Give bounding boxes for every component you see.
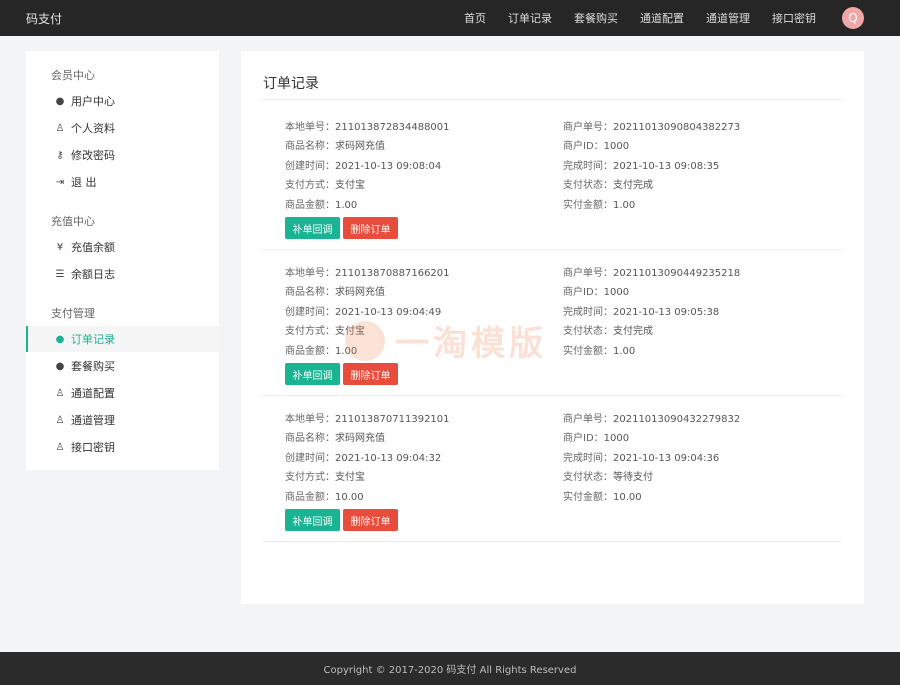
- sidebar-item-channel-config[interactable]: ♙ 通道配置: [26, 380, 219, 406]
- callback-button[interactable]: 补单回调: [285, 363, 340, 385]
- delete-order-button[interactable]: 删除订单: [343, 509, 398, 531]
- sidebar-item-label: 订单记录: [71, 333, 115, 346]
- callback-button[interactable]: 补单回调: [285, 217, 340, 239]
- sidebar-item-orders[interactable]: ● 订单记录: [26, 326, 219, 352]
- sidebar-item-label: 余额日志: [71, 268, 115, 281]
- sidebar-item-profile[interactable]: ♙ 个人资料: [26, 115, 219, 141]
- nav-home[interactable]: 首页: [464, 10, 486, 26]
- delete-order-button[interactable]: 删除订单: [343, 217, 398, 239]
- merchant-id-field: 商户ID：1000: [563, 433, 630, 444]
- sidebar-item-user-center[interactable]: ● 用户中心: [26, 88, 219, 114]
- sidebar-item-label: 修改密码: [71, 149, 115, 162]
- pay-method-field: 支付方式：支付宝: [285, 180, 365, 191]
- user-icon: ♙: [55, 414, 65, 426]
- footer: Copyright © 2017-2020 码支付 All Rights Res…: [0, 652, 900, 685]
- divider: [263, 541, 841, 542]
- local-no-field: 本地单号：211013870711392101: [285, 414, 450, 425]
- nav-orders[interactable]: 订单记录: [508, 10, 552, 26]
- merchant-id-field: 商户ID：1000: [563, 287, 630, 298]
- top-navbar: 码支付 首页 订单记录 套餐购买 通道配置 通道管理 接口密钥 Q: [0, 0, 900, 36]
- sidebar-item-label: 个人资料: [71, 122, 115, 135]
- sidebar-item-balance-log[interactable]: ☰ 余额日志: [26, 261, 219, 287]
- yen-icon: ¥: [56, 241, 64, 253]
- list-icon: ☰: [55, 268, 65, 280]
- order-card: 本地单号：211013870711392101 商户单号：20211013090…: [263, 393, 841, 539]
- amount-field: 商品金额：10.00: [285, 492, 364, 503]
- nav-channel-config[interactable]: 通道配置: [640, 10, 684, 26]
- key-icon: ⚷: [56, 149, 64, 161]
- user-icon: ♙: [55, 387, 65, 399]
- sidebar-item-api-key[interactable]: ♙ 接口密钥: [26, 434, 219, 460]
- amount-field: 商品金额：1.00: [285, 346, 358, 357]
- sidebar-item-label: 套餐购买: [71, 360, 115, 373]
- merchant-no-field: 商户单号：20211013090432279832: [563, 414, 741, 425]
- pay-method-field: 支付方式：支付宝: [285, 472, 365, 483]
- sidebar-item-channel-manage[interactable]: ♙ 通道管理: [26, 407, 219, 433]
- page-title: 订单记录: [263, 76, 319, 92]
- callback-button[interactable]: 补单回调: [285, 509, 340, 531]
- sidebar-item-change-password[interactable]: ⚷ 修改密码: [26, 142, 219, 168]
- product-field: 商品名称：求码网充值: [285, 433, 385, 444]
- sidebar-group-title: 充值中心: [51, 215, 95, 228]
- sign-out-icon: ⇥: [55, 176, 65, 188]
- user-circle-icon: ●: [55, 360, 65, 372]
- product-field: 商品名称：求码网充值: [285, 141, 385, 152]
- created-field: 创建时间：2021-10-13 09:04:49: [285, 307, 442, 318]
- completed-field: 完成时间：2021-10-13 09:05:38: [563, 307, 720, 318]
- sidebar-item-label: 退 出: [71, 176, 97, 189]
- merchant-no-field: 商户单号：20211013090449235218: [563, 268, 741, 279]
- nav-packages[interactable]: 套餐购买: [574, 10, 618, 26]
- amount-field: 商品金额：1.00: [285, 200, 358, 211]
- main-panel: 订单记录 本地单号：211013872834488001 商户单号：202110…: [241, 51, 864, 604]
- completed-field: 完成时间：2021-10-13 09:04:36: [563, 453, 720, 464]
- sidebar-item-label: 接口密钥: [71, 441, 115, 454]
- merchant-id-field: 商户ID：1000: [563, 141, 630, 152]
- sidebar-item-label: 充值余额: [71, 241, 115, 254]
- copyright-text: Copyright © 2017-2020 码支付 All Rights Res…: [323, 665, 577, 676]
- nav-api-key[interactable]: 接口密钥: [772, 10, 816, 26]
- sidebar-item-logout[interactable]: ⇥ 退 出: [26, 169, 219, 195]
- delete-order-button[interactable]: 删除订单: [343, 363, 398, 385]
- user-circle-icon: ●: [55, 333, 65, 345]
- local-no-field: 本地单号：211013870887166201: [285, 268, 450, 279]
- top-nav: 首页 订单记录 套餐购买 通道配置 通道管理 接口密钥 Q: [464, 0, 900, 36]
- sidebar-item-recharge[interactable]: ¥ 充值余额: [26, 234, 219, 260]
- paid-field: 实付金额：1.00: [563, 346, 636, 357]
- paid-field: 实付金额：1.00: [563, 200, 636, 211]
- divider: [263, 99, 841, 100]
- brand-logo-text[interactable]: 码支付: [26, 10, 62, 27]
- order-card: 本地单号：211013870887166201 商户单号：20211013090…: [263, 247, 841, 393]
- pay-status-field: 支付状态：等待支付: [563, 472, 653, 483]
- created-field: 创建时间：2021-10-13 09:08:04: [285, 161, 442, 172]
- pay-status-field: 支付状态：支付完成: [563, 180, 653, 191]
- sidebar: 会员中心 ● 用户中心 ♙ 个人资料 ⚷ 修改密码 ⇥ 退 出 充值中心 ¥ 充…: [26, 51, 219, 470]
- merchant-no-field: 商户单号：20211013090804382273: [563, 122, 741, 133]
- sidebar-item-label: 用户中心: [71, 95, 115, 108]
- sidebar-item-packages[interactable]: ● 套餐购买: [26, 353, 219, 379]
- sidebar-item-label: 通道配置: [71, 387, 115, 400]
- completed-field: 完成时间：2021-10-13 09:08:35: [563, 161, 720, 172]
- sidebar-item-label: 通道管理: [71, 414, 115, 427]
- user-icon: ♙: [55, 441, 65, 453]
- avatar[interactable]: Q: [842, 7, 864, 29]
- nav-channel-manage[interactable]: 通道管理: [706, 10, 750, 26]
- sidebar-group-title: 支付管理: [51, 307, 95, 320]
- pay-method-field: 支付方式：支付宝: [285, 326, 365, 337]
- local-no-field: 本地单号：211013872834488001: [285, 122, 450, 133]
- paid-field: 实付金额：10.00: [563, 492, 642, 503]
- order-card: 本地单号：211013872834488001 商户单号：20211013090…: [263, 101, 841, 247]
- product-field: 商品名称：求码网充值: [285, 287, 385, 298]
- pay-status-field: 支付状态：支付完成: [563, 326, 653, 337]
- created-field: 创建时间：2021-10-13 09:04:32: [285, 453, 442, 464]
- sidebar-group-title: 会员中心: [51, 69, 95, 82]
- user-icon: ♙: [55, 122, 65, 134]
- user-circle-icon: ●: [55, 95, 65, 107]
